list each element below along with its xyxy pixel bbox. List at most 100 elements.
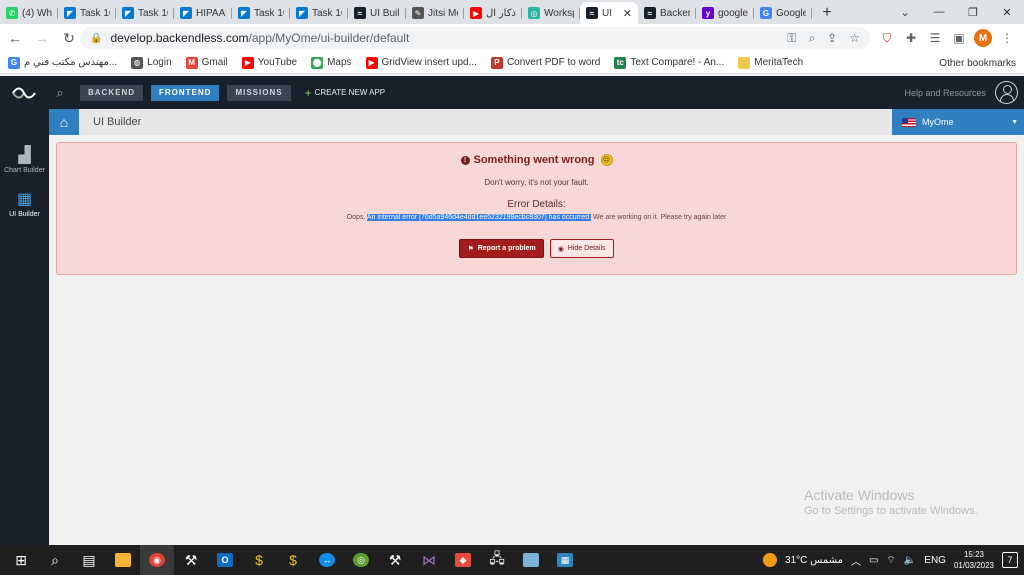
- browser-tab[interactable]: ◤ Task 16: [116, 2, 174, 24]
- reload-icon[interactable]: ↻: [57, 26, 81, 50]
- azure-devops-icon: ◤: [238, 7, 250, 19]
- chrome-icon[interactable]: ◉: [140, 545, 174, 575]
- bookmark-item[interactable]: ▶ GridView insert upd...: [365, 56, 477, 69]
- search-icon[interactable]: ⌕: [38, 545, 72, 575]
- browser-tab[interactable]: ✎ Jitsi Me: [406, 2, 464, 24]
- browser-tab[interactable]: y google: [696, 2, 754, 24]
- address-bar[interactable]: 🔒 develop.backendless.com/app/MyOme/ui-b…: [80, 27, 870, 49]
- menu-icon[interactable]: ⋮: [998, 29, 1016, 47]
- zoom-icon[interactable]: ⌕: [808, 31, 815, 46]
- tools-icon-2[interactable]: ⚒: [378, 545, 412, 575]
- visual-studio-icon[interactable]: ⋈: [412, 545, 446, 575]
- sidebar-item-chart-builder[interactable]: ▟ Chart Builder: [0, 139, 49, 179]
- bookmark-item[interactable]: tc Text Compare! - An...: [614, 56, 724, 69]
- caret-down-icon: ▼: [1011, 118, 1018, 126]
- browser-tab[interactable]: ◤ Task 16: [232, 2, 290, 24]
- browser-tab[interactable]: ≈ Backen: [638, 2, 696, 24]
- key-icon[interactable]: ⚿: [787, 31, 796, 46]
- clock[interactable]: 15:23 01/03/2023: [954, 549, 994, 571]
- home-icon[interactable]: ⌂: [49, 109, 79, 135]
- browser-tab[interactable]: ≈ UI ✕: [580, 2, 638, 24]
- volume-icon[interactable]: 🔈: [904, 555, 916, 566]
- browser-tab[interactable]: ◤ HIPAA: [174, 2, 232, 24]
- back-icon[interactable]: ←: [3, 26, 27, 50]
- user-icon[interactable]: [995, 81, 1018, 104]
- media-icon[interactable]: ☰: [926, 29, 944, 47]
- error-title: ! Something went wrong ☹: [57, 154, 1016, 166]
- wifi-icon[interactable]: ⌔: [886, 554, 895, 567]
- create-new-app-button[interactable]: + CREATE NEW APP: [305, 86, 386, 100]
- teamviewer-icon[interactable]: ↔: [310, 545, 344, 575]
- tab-frontend[interactable]: FRONTEND: [151, 84, 220, 101]
- app-icon[interactable]: ◎: [344, 545, 378, 575]
- search-icon[interactable]: ⌕: [48, 85, 72, 101]
- bookmark-item[interactable]: ▶ YouTube: [241, 56, 297, 69]
- tab-missions[interactable]: MISSIONS: [227, 84, 291, 101]
- forward-icon[interactable]: →: [30, 26, 54, 50]
- browser-tab[interactable]: ◎ Worksp: [522, 2, 580, 24]
- calculator-icon[interactable]: ▦: [548, 545, 582, 575]
- close-tab-icon[interactable]: ✕: [623, 7, 632, 20]
- browser-tab[interactable]: G Google: [754, 2, 812, 24]
- bookmark-item[interactable]: P Convert PDF to word: [490, 56, 600, 69]
- bookmark-item[interactable]: ⬤ Maps: [311, 56, 352, 69]
- app-icon-2[interactable]: [514, 545, 548, 575]
- textcompare-icon: tc: [614, 56, 627, 69]
- dollar-icon-2[interactable]: $: [276, 545, 310, 575]
- app-selector[interactable]: MyOme ▼: [892, 109, 1024, 135]
- weather-text[interactable]: 31°C مشمس: [785, 555, 843, 566]
- tab-search-icon[interactable]: ⌄: [888, 0, 922, 24]
- tab-backend[interactable]: BACKEND: [80, 84, 143, 101]
- report-problem-button[interactable]: ⚑ Report a problem: [459, 239, 544, 258]
- minimize-icon[interactable]: —: [922, 0, 956, 24]
- battery-icon[interactable]: ▭: [869, 555, 878, 566]
- bookmark-star-icon[interactable]: ☆: [849, 31, 860, 46]
- bookmark-item[interactable]: ◍ Login: [131, 56, 172, 69]
- bookmark-item[interactable]: G مهندس مكتب فني م...: [8, 56, 117, 69]
- browser-tab[interactable]: ◤ Task 16: [58, 2, 116, 24]
- globe-icon: ◍: [131, 56, 144, 69]
- sidebar-item-ui-builder[interactable]: ▦ UI Builder: [0, 183, 49, 223]
- browser-tab[interactable]: ◤ Task 16: [290, 2, 348, 24]
- task-view-icon[interactable]: ▤: [72, 545, 106, 575]
- bookmark-item[interactable]: MeritaTech: [738, 56, 803, 69]
- profile-avatar[interactable]: M: [974, 29, 992, 47]
- share-icon[interactable]: ⇪: [827, 31, 837, 46]
- bookmark-item[interactable]: M Gmail: [185, 56, 228, 69]
- browser-tab[interactable]: ✆ (4) Wh: [0, 2, 58, 24]
- side-panel-icon[interactable]: ▣: [950, 29, 968, 47]
- close-window-icon[interactable]: ✕: [990, 0, 1024, 24]
- chevron-up-icon[interactable]: ︿: [851, 553, 861, 568]
- youtube-icon: ▶: [241, 56, 254, 69]
- tools-icon[interactable]: ⚒: [174, 545, 208, 575]
- file-explorer-icon[interactable]: [106, 545, 140, 575]
- backendless-logo-icon[interactable]: [0, 76, 48, 109]
- error-panel: ! Something went wrong ☹ Don't worry, it…: [56, 142, 1017, 275]
- azure-devops-icon: ◤: [180, 7, 192, 19]
- help-link[interactable]: Help and Resources: [904, 76, 986, 109]
- error-actions: ⚑ Report a problem ◉ Hide Details: [57, 239, 1016, 258]
- error-details-title: Error Details:: [507, 199, 566, 210]
- notifications-icon[interactable]: 7: [1002, 552, 1018, 568]
- restore-icon[interactable]: ❐: [956, 0, 990, 24]
- lock-icon[interactable]: 🔒: [90, 33, 102, 44]
- google-icon: G: [8, 56, 20, 69]
- windows-start-icon[interactable]: ⊞: [4, 545, 38, 575]
- outlook-icon[interactable]: O: [208, 545, 242, 575]
- puzzle-icon[interactable]: ✚: [902, 29, 920, 47]
- dollar-icon[interactable]: $: [242, 545, 276, 575]
- browser-tab[interactable]: ▶ اذكار ال: [464, 2, 522, 24]
- app-header: ⌕ BACKEND FRONTEND MISSIONS + CREATE NEW…: [0, 76, 1024, 109]
- new-tab-button[interactable]: +: [816, 2, 838, 24]
- error-message-highlight: An internal error [70d5a946d4e4dd1ee5232…: [366, 214, 592, 221]
- weather-icon[interactable]: [763, 553, 778, 567]
- anydesk-icon[interactable]: ◆: [446, 545, 480, 575]
- extensions-area: ⛉ ✚ ☰ ▣ M ⋮: [878, 24, 1024, 52]
- extension-icon[interactable]: ⛉: [878, 29, 896, 47]
- network-app-icon[interactable]: 🖧: [480, 545, 514, 575]
- other-bookmarks[interactable]: Other bookmarks: [935, 52, 1016, 74]
- browser-tab[interactable]: ≈ UI Buil: [348, 2, 406, 24]
- bookmark-label: GridView insert upd...: [381, 57, 477, 68]
- language-indicator[interactable]: ENG: [924, 555, 946, 566]
- hide-details-button[interactable]: ◉ Hide Details: [549, 239, 614, 258]
